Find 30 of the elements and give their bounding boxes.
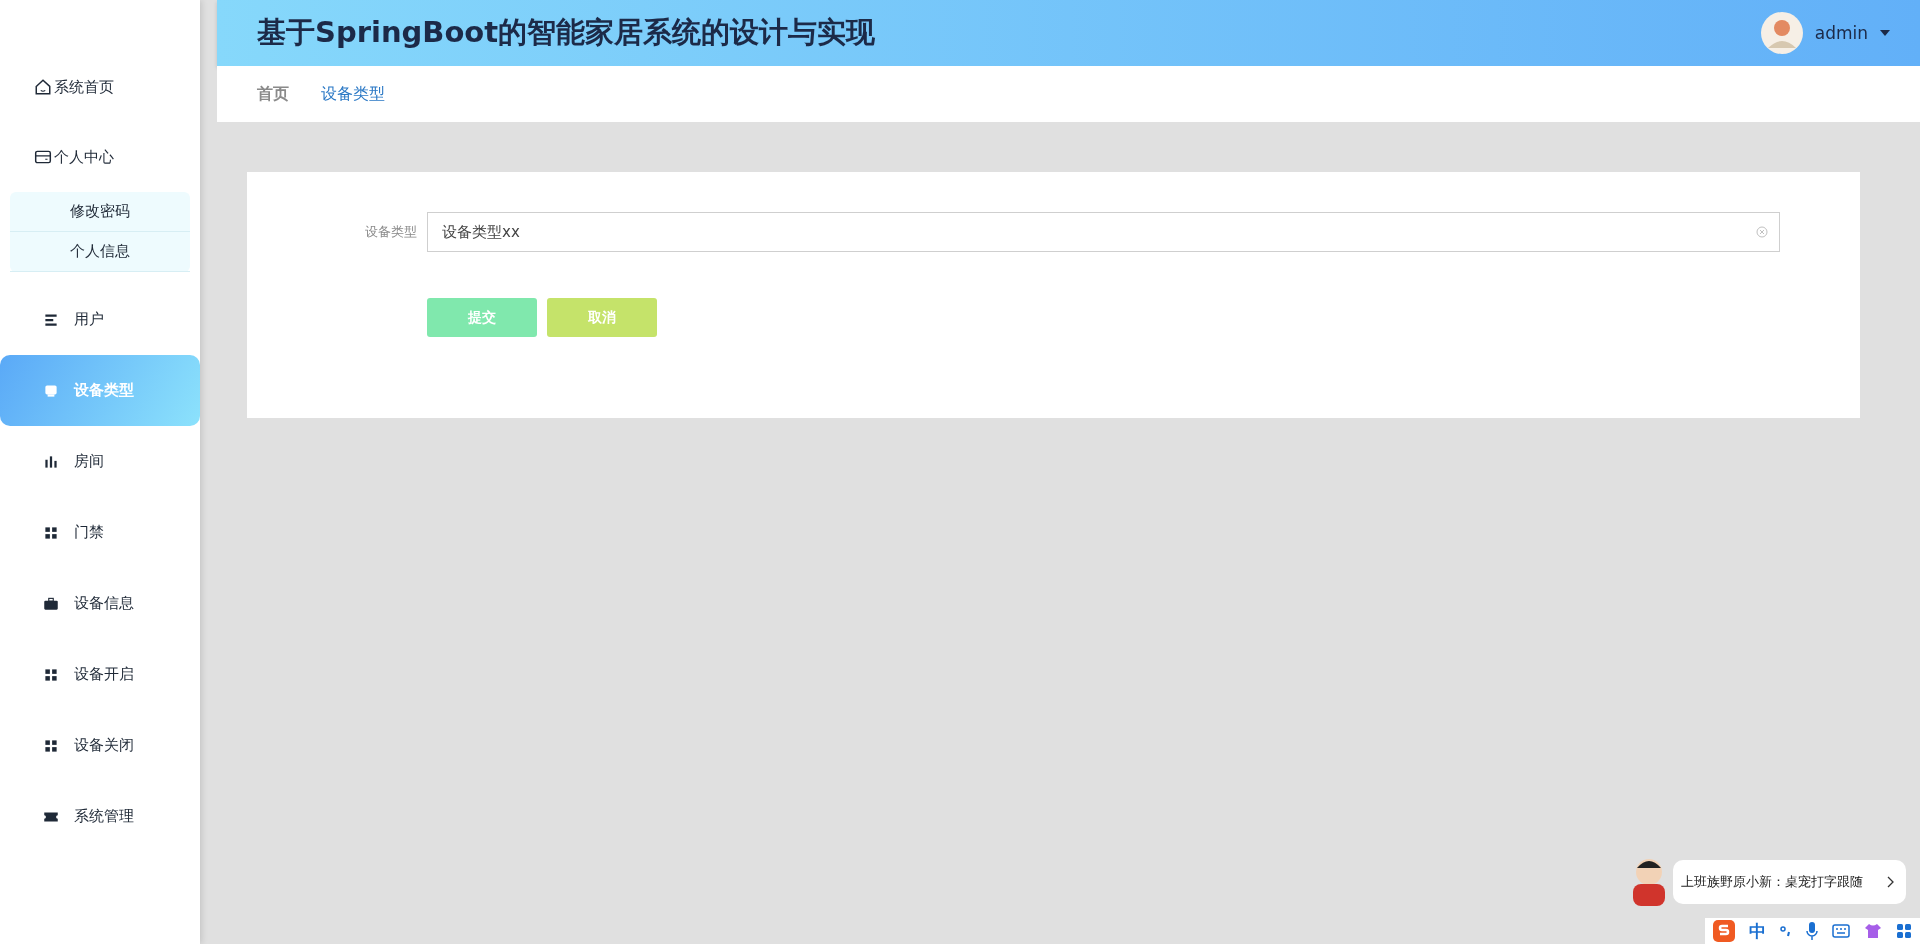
- sidebar-item[interactable]: 设备信息: [0, 568, 200, 639]
- apps-icon[interactable]: [1896, 923, 1912, 939]
- sidebar-item[interactable]: 个人中心: [0, 122, 200, 192]
- sidebar-item[interactable]: 系统首页: [0, 52, 200, 122]
- username[interactable]: admin: [1814, 23, 1868, 43]
- shirt-icon[interactable]: [1864, 923, 1882, 939]
- pet-message-bubble[interactable]: 上班族野原小新：桌宠打字跟随: [1673, 860, 1906, 904]
- microphone-icon[interactable]: [1806, 922, 1818, 940]
- sidebar-item[interactable]: 门禁: [0, 497, 200, 568]
- chevron-right-icon[interactable]: [1887, 876, 1894, 888]
- pet-message: 上班族野原小新：桌宠打字跟随: [1681, 873, 1863, 891]
- input-method-logo-icon[interactable]: [1713, 920, 1735, 942]
- caret-down-icon[interactable]: [1880, 30, 1890, 36]
- sidebar-item[interactable]: 用户: [0, 284, 200, 355]
- wallet-icon: [34, 148, 52, 166]
- field-label: 设备类型: [364, 223, 417, 241]
- sidebar-item[interactable]: 系统管理: [0, 781, 200, 852]
- breadcrumb-link[interactable]: 设备类型: [321, 83, 385, 105]
- sidebar-item[interactable]: 设备关闭: [0, 710, 200, 781]
- sidebar-item[interactable]: 设备开启: [0, 639, 200, 710]
- keyboard-icon[interactable]: [1832, 924, 1850, 938]
- submenu-item[interactable]: 修改密码: [10, 192, 190, 232]
- ime-mode[interactable]: 中: [1749, 919, 1766, 943]
- punctuation-icon[interactable]: [1780, 924, 1792, 938]
- input-field[interactable]: 设备类型xx: [427, 212, 1780, 252]
- app-title: 基于SpringBoot的智能家居系统的设计与实现: [257, 14, 877, 51]
- submenu-item[interactable]: 个人信息: [10, 232, 190, 272]
- avatar-icon: [1760, 12, 1803, 54]
- sidebar-item[interactable]: 房间: [0, 426, 200, 497]
- home-icon: [34, 78, 52, 96]
